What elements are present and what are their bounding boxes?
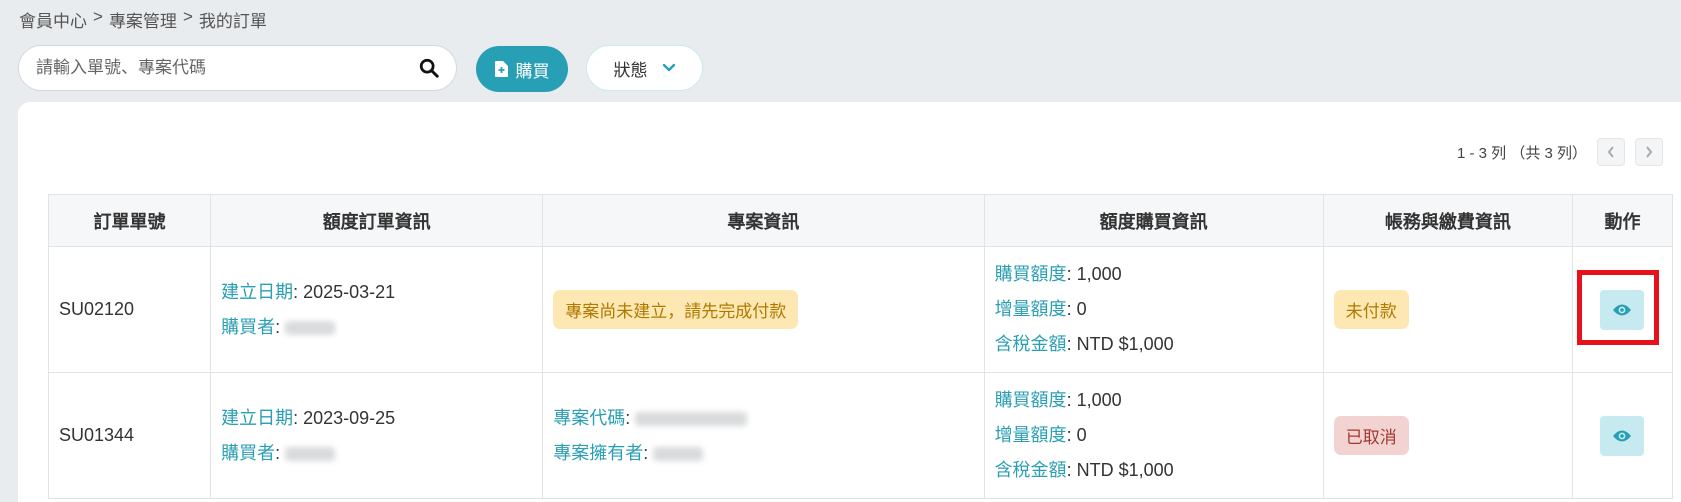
column-header-project-info: 專案資訊 (542, 194, 985, 247)
column-header-purchase-info: 額度購買資訊 (983, 194, 1324, 247)
buyer-label: 購買者 (221, 442, 276, 463)
status-dropdown[interactable]: 狀態 (586, 45, 703, 91)
billing-info-cell: 未付款 (1322, 246, 1573, 373)
order-info-cell: 建立日期: 2023-09-25 購買者: (210, 372, 544, 499)
breadcrumb-item-member-center[interactable]: 會員中心 (19, 7, 87, 32)
eye-icon (1613, 430, 1632, 441)
tax-amount-value: NTD $1,000 (1076, 334, 1174, 354)
chevron-down-icon (662, 63, 675, 72)
chevron-right-icon (1646, 146, 1653, 158)
purchase-qty-label: 購買額度 (994, 264, 1067, 284)
table-row: SU01344 建立日期: 2023-09-25 購買者: 專案代碼: 專案擁有… (47, 372, 1674, 499)
purchase-qty-value: 1,000 (1076, 264, 1122, 284)
tax-amount-value: NTD $1,000 (1076, 460, 1174, 480)
buy-button-label: 購買 (515, 61, 550, 81)
status-badge: 已取消 (1333, 416, 1409, 455)
breadcrumb-item-my-orders: 我的訂單 (198, 12, 267, 31)
buyer-label: 購買者 (221, 316, 276, 337)
view-order-button[interactable] (1600, 415, 1645, 456)
project-code-redacted (635, 411, 748, 426)
order-number: SU01344 (47, 372, 212, 499)
orders-table: 訂單單號 額度訂單資訊 專案資訊 額度購買資訊 帳務與繳費資訊 動作 SU021… (47, 194, 1674, 499)
status-badge: 未付款 (1333, 290, 1409, 329)
status-dropdown-label: 狀態 (613, 60, 648, 80)
purchase-info-cell: 購買額度: 1,000 增量額度: 0 含稅金額: NTD $1,000 (983, 372, 1324, 499)
billing-info-cell: 已取消 (1322, 372, 1573, 499)
file-plus-icon (494, 61, 508, 77)
created-date-value: 2023-09-25 (303, 407, 396, 428)
tax-amount-label: 含稅金額 (994, 334, 1067, 354)
project-owner-label: 專案擁有者 (553, 442, 644, 463)
created-date-label: 建立日期 (221, 407, 294, 428)
created-date-value: 2025-03-21 (303, 281, 396, 302)
breadcrumb-separator: > (182, 7, 193, 26)
project-status-badge: 專案尚未建立，請先完成付款 (553, 290, 799, 329)
chevron-left-icon (1607, 146, 1614, 158)
column-header-order-no: 訂單單號 (47, 194, 212, 247)
search-input[interactable] (36, 58, 418, 78)
actions-cell (1571, 372, 1674, 499)
project-code-label: 專案代碼 (553, 407, 626, 428)
project-owner-redacted (653, 446, 704, 461)
purchase-qty-label: 購買額度 (994, 390, 1067, 410)
breadcrumb-separator: > (93, 7, 103, 26)
order-number: SU02120 (47, 246, 212, 373)
pagination-range: 1 - 3 列 （共 3 列） (1456, 144, 1587, 162)
column-header-billing-info: 帳務與繳費資訊 (1322, 194, 1573, 247)
order-info-cell: 建立日期: 2025-03-21 購買者: (210, 246, 544, 373)
created-date-label: 建立日期 (221, 281, 294, 302)
project-info-cell: 專案尚未建立，請先完成付款 (542, 246, 985, 373)
buy-button[interactable]: 購買 (476, 46, 568, 92)
column-header-actions: 動作 (1571, 194, 1674, 247)
next-page-button[interactable] (1635, 138, 1663, 166)
increment-qty-value: 0 (1076, 425, 1087, 445)
highlight-box (1577, 270, 1659, 345)
project-info-cell: 專案代碼: 專案擁有者: (542, 372, 985, 499)
breadcrumb-item-project-management[interactable]: 專案管理 (109, 7, 177, 32)
prev-page-button[interactable] (1597, 138, 1625, 166)
table-row: SU02120 建立日期: 2025-03-21 購買者: 專案尚未建立，請先完… (47, 246, 1674, 373)
increment-qty-value: 0 (1076, 299, 1087, 319)
buyer-redacted (285, 446, 336, 461)
breadcrumb: 會員中心 > 專案管理 > 我的訂單 (19, 7, 267, 32)
search-box (18, 45, 457, 91)
column-header-order-info: 額度訂單資訊 (210, 194, 544, 247)
increment-qty-label: 增量額度 (994, 299, 1067, 319)
increment-qty-label: 增量額度 (994, 425, 1067, 445)
tax-amount-label: 含稅金額 (994, 460, 1067, 480)
purchase-info-cell: 購買額度: 1,000 增量額度: 0 含稅金額: NTD $1,000 (983, 246, 1324, 373)
purchase-qty-value: 1,000 (1076, 390, 1122, 410)
search-icon[interactable] (418, 57, 440, 79)
buyer-redacted (285, 320, 336, 335)
pagination: 1 - 3 列 （共 3 列） (1457, 138, 1663, 166)
